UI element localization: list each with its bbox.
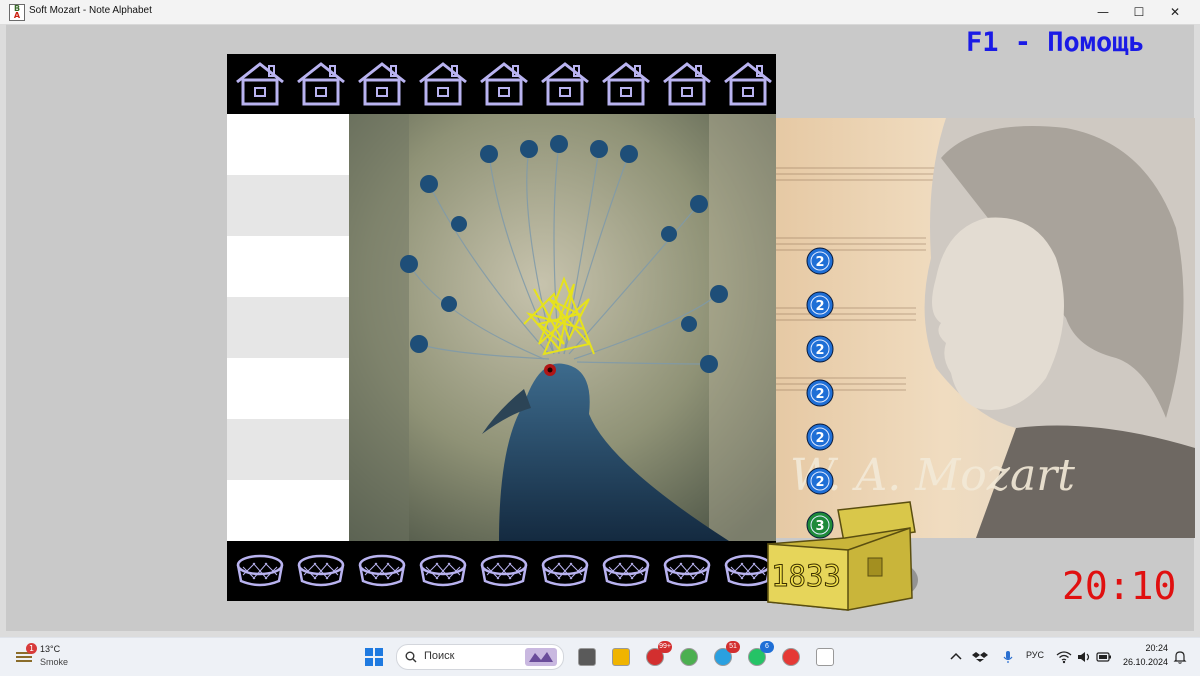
basket-icon[interactable]	[662, 551, 712, 591]
coin-label: 2	[815, 475, 824, 490]
app-icon[interactable]: BA	[9, 4, 25, 21]
question-coin[interactable]: 2	[806, 423, 834, 451]
timer-display: 20:10	[1062, 564, 1177, 608]
microphone-icon[interactable]	[1000, 649, 1016, 665]
basket-icon[interactable]	[235, 551, 285, 591]
soft-mozart-icon[interactable]	[812, 644, 838, 670]
question-coin[interactable]: 2	[806, 247, 834, 275]
language-indicator[interactable]: РУС	[1026, 650, 1044, 660]
app-glyph	[680, 648, 698, 666]
note-row[interactable]	[227, 358, 349, 419]
maximize-button[interactable]: ☐	[1122, 0, 1156, 24]
coin-label: 2	[815, 387, 824, 402]
note-row[interactable]	[227, 114, 349, 175]
opera-browser-icon[interactable]: 99+	[642, 641, 672, 670]
search-placeholder: Поиск	[424, 650, 455, 662]
note-row[interactable]	[227, 297, 349, 358]
title-bar: BA Soft Mozart - Note Alphabet — ☐ ✕	[0, 0, 1200, 25]
help-hint: F1 - Помощь	[966, 27, 1145, 58]
clock-date[interactable]: 26.10.2024	[1106, 657, 1168, 667]
volume-icon[interactable]	[1076, 649, 1092, 665]
question-coin[interactable]: 2	[806, 291, 834, 319]
window-title: Soft Mozart - Note Alphabet	[29, 5, 152, 16]
question-coin[interactable]: 2	[806, 467, 834, 495]
dropbox-icon[interactable]	[972, 649, 988, 665]
app-badge: 51	[726, 641, 740, 653]
weather-badge: 1	[26, 643, 37, 654]
score-display: 1833	[771, 559, 842, 594]
coin-label: 2	[815, 431, 824, 446]
app-badge: 99+	[658, 641, 672, 653]
weather-condition[interactable]: Smoke	[40, 657, 68, 667]
house-icon[interactable]	[538, 60, 592, 108]
note-row[interactable]	[227, 236, 349, 297]
telegram-icon[interactable]: 51	[710, 641, 740, 670]
wifi-icon[interactable]	[1056, 649, 1072, 665]
house-icon[interactable]	[233, 60, 287, 108]
basket-icon[interactable]	[357, 551, 407, 591]
basket-icon[interactable]	[296, 551, 346, 591]
note-row[interactable]	[227, 419, 349, 480]
taskbar: 1 13°C Smoke Поиск 99+ 51 6 РУС 20:24 26.1…	[0, 637, 1200, 676]
house-icon[interactable]	[721, 60, 775, 108]
app-glyph	[578, 648, 596, 666]
yandex-browser-icon[interactable]	[778, 644, 804, 670]
treasure-chest	[760, 498, 920, 616]
basket-icon[interactable]	[540, 551, 590, 591]
search-highlight-icon	[525, 648, 557, 666]
windows-start-icon[interactable]	[364, 647, 384, 667]
question-coin[interactable]: 2	[806, 379, 834, 407]
minimize-button[interactable]: —	[1086, 0, 1120, 24]
chevron-up-icon[interactable]	[948, 649, 964, 665]
file-explorer-icon[interactable]	[608, 644, 634, 670]
search-icon	[405, 651, 417, 663]
coin-label: 2	[815, 343, 824, 358]
close-button[interactable]: ✕	[1158, 0, 1192, 24]
chrome-browser-icon[interactable]	[676, 644, 702, 670]
note-column	[227, 114, 349, 541]
basket-icon[interactable]	[418, 551, 468, 591]
coin-label: 2	[815, 255, 824, 270]
crowned-pigeon-photo[interactable]	[349, 114, 776, 541]
house-bar	[227, 54, 776, 114]
question-coin[interactable]: 2	[806, 335, 834, 363]
basket-icon[interactable]	[479, 551, 529, 591]
house-icon[interactable]	[599, 60, 653, 108]
note-row[interactable]	[227, 480, 349, 541]
house-icon[interactable]	[477, 60, 531, 108]
weather-temp[interactable]: 13°C	[40, 644, 60, 654]
explorer-files-icon[interactable]	[574, 644, 600, 670]
house-icon[interactable]	[660, 60, 714, 108]
clock-time[interactable]: 20:24	[1118, 643, 1168, 653]
app-glyph	[612, 648, 630, 666]
whatsapp-icon[interactable]: 6	[744, 641, 774, 670]
house-icon[interactable]	[294, 60, 348, 108]
basket-icon[interactable]	[601, 551, 651, 591]
app-glyph	[782, 648, 800, 666]
basket-bar	[227, 541, 776, 601]
notification-bell-icon[interactable]	[1172, 649, 1188, 665]
house-icon[interactable]	[416, 60, 470, 108]
coin-label: 2	[815, 299, 824, 314]
app-glyph	[816, 648, 834, 666]
taskbar-search[interactable]: Поиск	[396, 644, 564, 670]
app-badge: 6	[760, 641, 774, 653]
note-row[interactable]	[227, 175, 349, 236]
house-icon[interactable]	[355, 60, 409, 108]
